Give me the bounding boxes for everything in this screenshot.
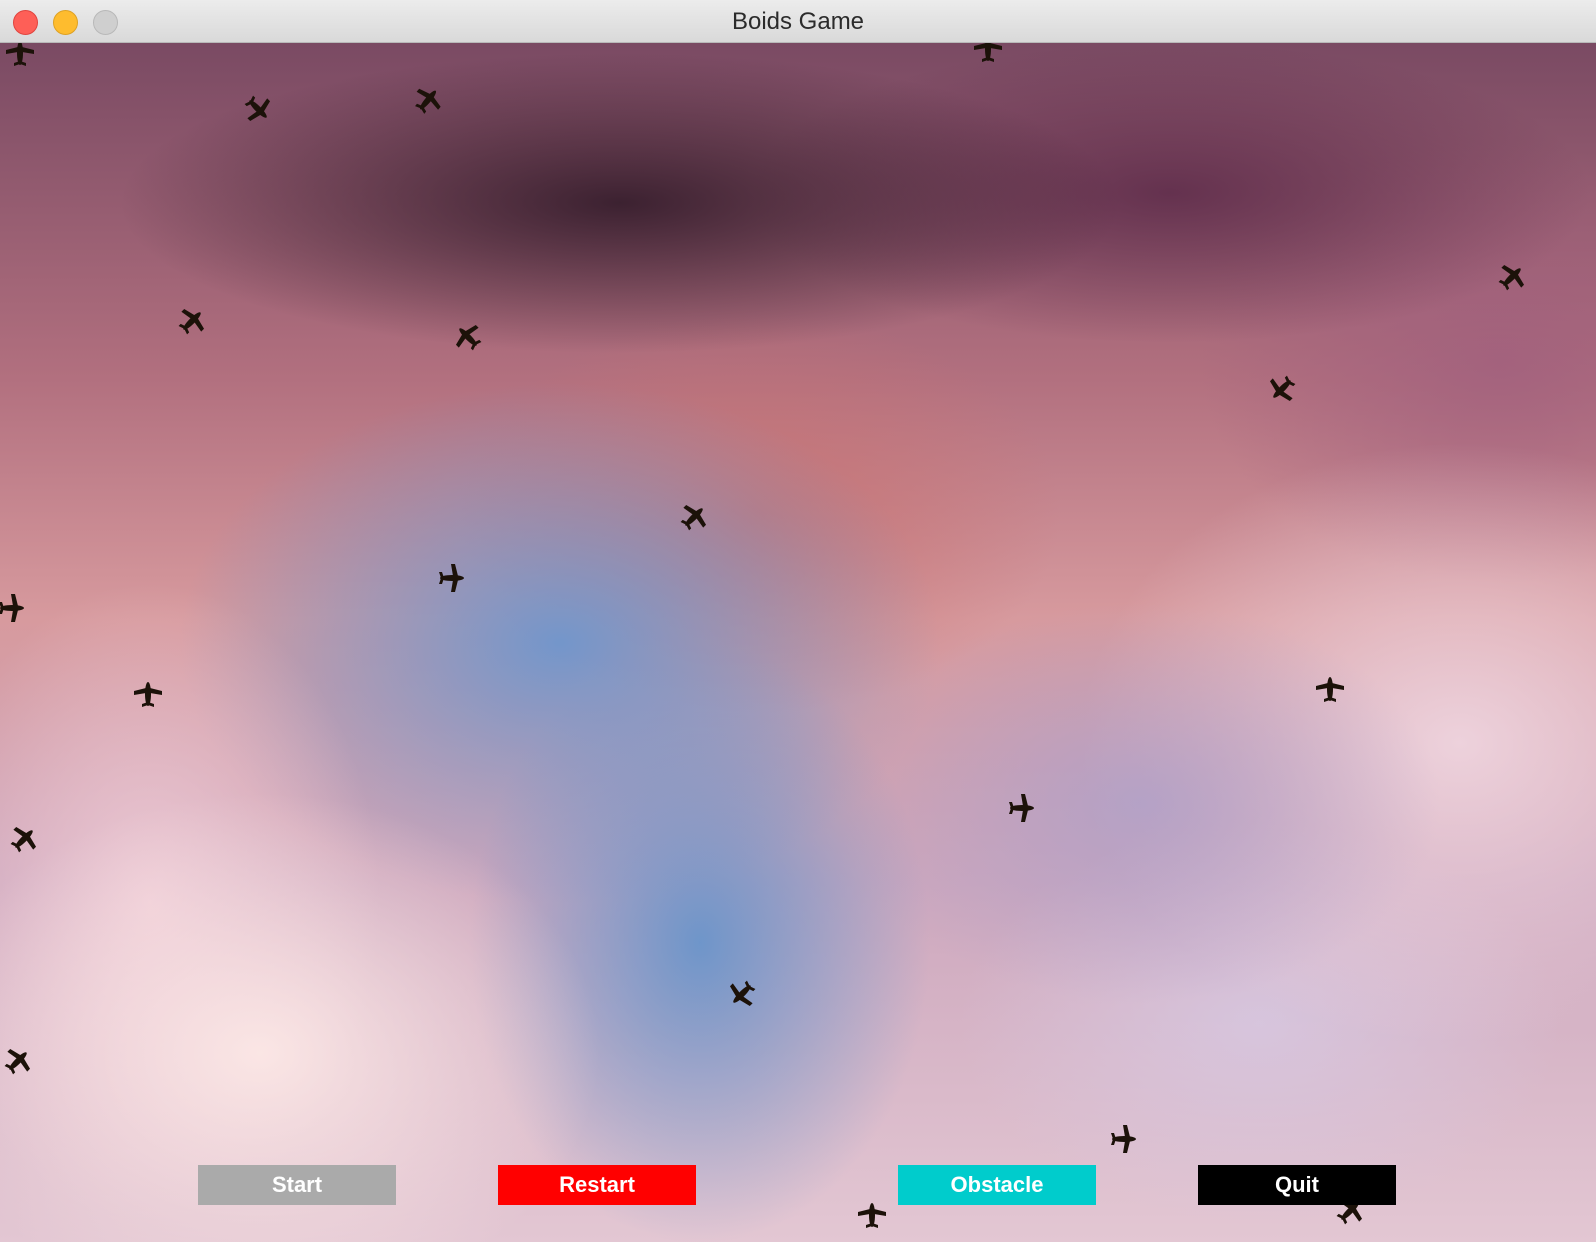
boid-bird-icon <box>411 83 445 117</box>
boid-bird-icon <box>677 500 711 534</box>
boid-bird-icon <box>451 320 485 354</box>
boid-bird-icon <box>725 977 759 1011</box>
boid-bird-icon <box>241 92 275 126</box>
boid-bird-icon <box>175 304 209 338</box>
boid-bird-icon <box>1107 1122 1141 1156</box>
boid-bird-icon <box>1265 372 1299 406</box>
boid-bird-icon <box>7 822 41 856</box>
boid-bird-icon <box>971 43 1005 66</box>
boid-bird-icon <box>855 1198 889 1232</box>
game-window: Boids Game Start Restart Obstacle Quit <box>0 0 1596 1242</box>
boid-bird-icon <box>1313 672 1347 706</box>
quit-button[interactable]: Quit <box>1198 1165 1396 1205</box>
obstacle-button[interactable]: Obstacle <box>898 1165 1096 1205</box>
boid-bird-icon <box>1005 791 1039 825</box>
window-title: Boids Game <box>731 8 865 35</box>
boid-bird-icon <box>0 591 29 625</box>
boid-bird-icon <box>131 677 165 711</box>
boid-bird-icon <box>3 43 37 70</box>
title-bar: Boids Game <box>0 0 1596 43</box>
game-canvas[interactable]: Start Restart Obstacle Quit <box>0 43 1596 1242</box>
boid-bird-icon <box>1 1044 35 1078</box>
boid-bird-icon <box>435 561 469 595</box>
start-button[interactable]: Start <box>198 1165 396 1205</box>
boid-bird-icon <box>1495 260 1529 294</box>
restart-button[interactable]: Restart <box>498 1165 696 1205</box>
